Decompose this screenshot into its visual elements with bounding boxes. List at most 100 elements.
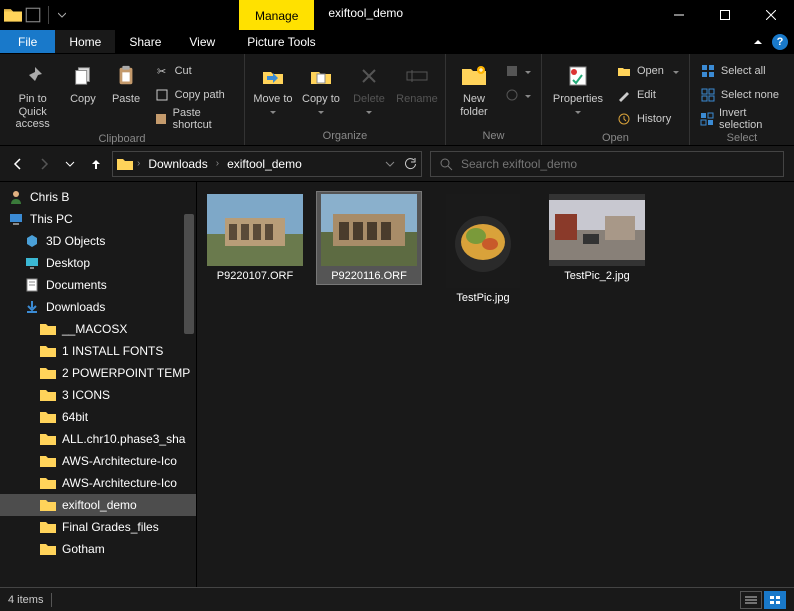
new-folder-button[interactable]: New folder bbox=[452, 58, 496, 118]
cut-icon: ✂ bbox=[154, 63, 170, 79]
group-new: New folder New bbox=[446, 54, 542, 145]
file-item[interactable]: P9220107.ORF bbox=[203, 192, 307, 284]
file-item[interactable]: TestPic_2.jpg bbox=[545, 192, 649, 284]
tree-item[interactable]: AWS-Architecture-Ico bbox=[0, 472, 196, 494]
copy-button[interactable]: Copy bbox=[63, 58, 102, 106]
tree-item[interactable]: 3 ICONS bbox=[0, 384, 196, 406]
edit-button[interactable]: Edit bbox=[612, 84, 683, 106]
select-none-button[interactable]: Select none bbox=[696, 84, 788, 106]
chevron-right-icon[interactable]: › bbox=[137, 158, 140, 169]
tree-item[interactable]: 2 POWERPOINT TEMP bbox=[0, 362, 196, 384]
minimize-button[interactable] bbox=[656, 0, 702, 30]
tree-item-icon bbox=[40, 321, 56, 337]
delete-button[interactable]: Delete bbox=[347, 58, 391, 114]
tree-item[interactable]: Desktop bbox=[0, 252, 196, 274]
move-to-button[interactable]: Move to bbox=[251, 58, 295, 114]
file-list[interactable]: P9220107.ORF P9220116.ORFTestPic.jpg TestP… bbox=[197, 182, 794, 587]
separator bbox=[51, 593, 52, 607]
tree-item-label: This PC bbox=[30, 212, 73, 226]
quick-access-toolbar bbox=[0, 0, 69, 30]
search-input[interactable] bbox=[461, 157, 775, 171]
tree-item[interactable]: Gotham bbox=[0, 538, 196, 560]
copy-path-button[interactable]: Copy path bbox=[150, 84, 238, 106]
tree-item-label: exiftool_demo bbox=[62, 498, 137, 512]
file-thumbnail bbox=[207, 194, 303, 266]
tree-item[interactable]: Chris B bbox=[0, 186, 196, 208]
tree-item[interactable]: 3D Objects bbox=[0, 230, 196, 252]
chevron-right-icon[interactable]: › bbox=[216, 158, 219, 169]
back-button[interactable] bbox=[10, 156, 26, 172]
rename-button[interactable]: Rename bbox=[395, 58, 439, 106]
thumbnails-view-button[interactable] bbox=[764, 591, 786, 609]
group-open: Properties Open Edit History Open bbox=[542, 54, 690, 145]
tree-item-label: ALL.chr10.phase3_sha bbox=[62, 432, 185, 446]
paste-button[interactable]: Paste bbox=[106, 58, 145, 106]
collapse-ribbon-icon[interactable] bbox=[754, 40, 762, 44]
tree-item[interactable]: 1 INSTALL FONTS bbox=[0, 340, 196, 362]
scrollbar-thumb[interactable] bbox=[184, 214, 194, 334]
file-label: TestPic_2.jpg bbox=[564, 270, 629, 282]
contextual-tab-manage[interactable]: Manage bbox=[239, 0, 314, 30]
history-button[interactable]: History bbox=[612, 108, 683, 130]
ribbon: Pin to Quick access Copy Paste ✂Cut Copy… bbox=[0, 54, 794, 146]
invert-selection-button[interactable]: Invert selection bbox=[696, 108, 788, 130]
tree-item-icon bbox=[40, 541, 56, 557]
forward-button[interactable] bbox=[36, 156, 52, 172]
tab-view[interactable]: View bbox=[175, 30, 229, 53]
cut-button[interactable]: ✂Cut bbox=[150, 60, 238, 82]
pin-icon bbox=[19, 62, 47, 90]
tree-item[interactable]: Documents bbox=[0, 274, 196, 296]
close-button[interactable] bbox=[748, 0, 794, 30]
address-bar[interactable]: › Downloads › exiftool_demo bbox=[112, 151, 422, 177]
new-item-button[interactable] bbox=[500, 60, 535, 82]
tree-item[interactable]: AWS-Architecture-Ico bbox=[0, 450, 196, 472]
tree-item[interactable]: 64bit bbox=[0, 406, 196, 428]
recent-locations-button[interactable] bbox=[62, 156, 78, 172]
tree-item[interactable]: exiftool_demo bbox=[0, 494, 196, 516]
tree-item-icon bbox=[24, 299, 40, 315]
search-box[interactable] bbox=[430, 151, 784, 177]
refresh-button[interactable] bbox=[403, 157, 417, 171]
tree-item[interactable]: Final Grades_files bbox=[0, 516, 196, 538]
group-clipboard: Pin to Quick access Copy Paste ✂Cut Copy… bbox=[0, 54, 245, 145]
file-item[interactable]: TestPic.jpg bbox=[431, 192, 535, 306]
qat-dropdown-icon[interactable] bbox=[55, 11, 69, 19]
properties-button[interactable]: Properties bbox=[548, 58, 608, 114]
select-all-button[interactable]: Select all bbox=[696, 60, 788, 82]
tree-item-label: 1 INSTALL FONTS bbox=[62, 344, 163, 358]
tree-item[interactable]: ALL.chr10.phase3_sha bbox=[0, 428, 196, 450]
tree-item[interactable]: This PC bbox=[0, 208, 196, 230]
tab-picture-tools[interactable]: Picture Tools bbox=[233, 30, 329, 53]
tree-item-label: AWS-Architecture-Ico bbox=[62, 476, 177, 490]
address-dropdown-icon[interactable] bbox=[385, 159, 395, 169]
breadcrumb-segment[interactable]: Downloads bbox=[144, 157, 211, 171]
group-label: Select bbox=[696, 130, 788, 147]
open-icon bbox=[616, 63, 632, 79]
navigation-pane[interactable]: Chris B This PC 3D Objects Desktop Documents… bbox=[0, 182, 197, 587]
open-button[interactable]: Open bbox=[612, 60, 683, 82]
copy-to-button[interactable]: Copy to bbox=[299, 58, 343, 114]
tab-share[interactable]: Share bbox=[115, 30, 175, 53]
tree-item-icon bbox=[40, 409, 56, 425]
paste-shortcut-button[interactable]: Paste shortcut bbox=[150, 108, 238, 130]
tree-item-label: Desktop bbox=[46, 256, 90, 270]
separator bbox=[48, 6, 49, 24]
tab-file[interactable]: File bbox=[0, 30, 55, 53]
tab-home[interactable]: Home bbox=[55, 30, 115, 53]
tree-item[interactable]: Downloads bbox=[0, 296, 196, 318]
breadcrumb-segment[interactable]: exiftool_demo bbox=[223, 157, 306, 171]
maximize-button[interactable] bbox=[702, 0, 748, 30]
tree-item[interactable]: __MACOSX bbox=[0, 318, 196, 340]
easy-access-button[interactable] bbox=[500, 84, 535, 106]
tree-item-label: Gotham bbox=[62, 542, 105, 556]
details-view-button[interactable] bbox=[740, 591, 762, 609]
nav-scrollbar[interactable] bbox=[182, 182, 196, 587]
file-label: P9220107.ORF bbox=[217, 270, 293, 282]
up-button[interactable] bbox=[88, 156, 104, 172]
help-icon[interactable]: ? bbox=[772, 34, 788, 50]
tree-item-label: __MACOSX bbox=[62, 322, 127, 336]
file-item[interactable]: P9220116.ORF bbox=[317, 192, 421, 284]
pin-to-quick-access-button[interactable]: Pin to Quick access bbox=[6, 58, 59, 131]
qat-properties-icon[interactable] bbox=[24, 6, 42, 24]
title-bar: Manage exiftool_demo bbox=[0, 0, 794, 30]
